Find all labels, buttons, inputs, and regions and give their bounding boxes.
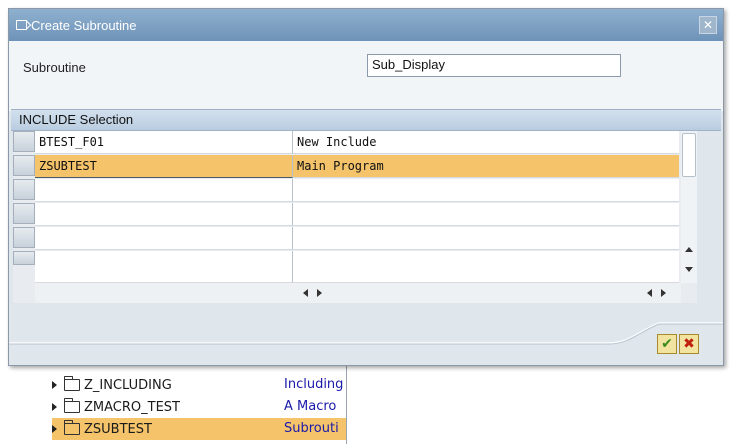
row-selector[interactable] xyxy=(13,203,35,224)
horizontal-scrollbar-col2[interactable] xyxy=(293,283,681,303)
include-table: BTEST_F01 New Include ZSUBTEST Main Prog… xyxy=(13,131,697,303)
row-selector[interactable] xyxy=(13,131,35,152)
scroll-left-icon[interactable] xyxy=(303,289,308,297)
row-selector[interactable] xyxy=(13,251,35,265)
empty-cell[interactable] xyxy=(35,203,293,226)
scroll-right-icon[interactable] xyxy=(317,289,322,297)
empty-cell[interactable] xyxy=(293,203,679,226)
expand-arrow-icon[interactable] xyxy=(52,425,57,433)
tree-item-description: A Macro xyxy=(284,399,337,414)
vertical-scrollbar[interactable] xyxy=(681,131,697,283)
empty-cell[interactable] xyxy=(293,227,679,250)
row-selector[interactable] xyxy=(13,227,35,248)
tree-item-zmacro-test[interactable]: ZMACRO_TEST xyxy=(52,396,180,418)
empty-cell[interactable] xyxy=(293,179,679,202)
create-icon xyxy=(16,20,27,30)
empty-cell[interactable] xyxy=(35,227,293,250)
folder-icon xyxy=(63,420,80,435)
include-description-cell[interactable]: New Include xyxy=(293,131,679,154)
tree-item-description: Including xyxy=(284,377,344,392)
empty-cell[interactable] xyxy=(293,251,679,283)
dialog-title-bar[interactable]: Create Subroutine ✕ xyxy=(9,9,723,41)
row-selector[interactable] xyxy=(13,155,35,176)
expand-arrow-icon[interactable] xyxy=(52,403,57,411)
table-row[interactable] xyxy=(13,251,697,283)
confirm-button[interactable]: ✔ xyxy=(657,334,677,354)
cancel-button[interactable]: ✖ xyxy=(679,334,699,354)
tree-item-zsubtest[interactable]: ZSUBTEST xyxy=(52,418,284,440)
tree-item-label: ZSUBTEST xyxy=(84,421,152,437)
table-row[interactable]: BTEST_F01 New Include xyxy=(13,131,697,155)
include-name-cell[interactable]: ZSUBTEST xyxy=(35,155,293,178)
close-button[interactable]: ✕ xyxy=(699,16,717,34)
scroll-left-icon[interactable] xyxy=(647,289,652,297)
dialog-title: Create Subroutine xyxy=(31,17,137,33)
create-subroutine-dialog: Create Subroutine ✕ Subroutine Sub_Displ… xyxy=(8,8,724,366)
scroll-up-icon[interactable] xyxy=(685,247,693,252)
horizontal-scrollbar-col1[interactable] xyxy=(35,283,293,303)
include-description-cell[interactable]: Main Program xyxy=(293,155,679,178)
folder-icon xyxy=(63,376,80,391)
expand-arrow-icon[interactable] xyxy=(52,381,57,389)
tree-item-z-including[interactable]: Z_INCLUDING xyxy=(52,374,172,396)
table-row[interactable]: ZSUBTEST Main Program xyxy=(13,155,697,179)
row-selector[interactable] xyxy=(13,179,35,200)
tree-column-divider xyxy=(346,354,347,444)
subroutine-label: Subroutine xyxy=(23,60,86,75)
tree-item-description: Subrouti xyxy=(284,418,346,440)
empty-cell[interactable] xyxy=(35,179,293,202)
include-name-cell[interactable]: BTEST_F01 xyxy=(35,131,293,154)
table-row[interactable] xyxy=(13,179,697,203)
subroutine-field-area: Subroutine Sub_Display xyxy=(9,41,723,111)
tree-item-label: ZMACRO_TEST xyxy=(84,399,180,415)
footer-separator xyxy=(9,322,723,345)
scroll-thumb[interactable] xyxy=(682,133,696,177)
scroll-right-icon[interactable] xyxy=(661,289,666,297)
empty-cell[interactable] xyxy=(35,251,293,283)
scroll-down-icon[interactable] xyxy=(685,267,693,272)
include-selection-panel: INCLUDE Selection BTEST_F01 New Include … xyxy=(11,109,721,305)
table-row[interactable] xyxy=(13,203,697,227)
subroutine-input[interactable]: Sub_Display xyxy=(367,54,621,77)
folder-icon xyxy=(63,398,80,413)
table-row[interactable] xyxy=(13,227,697,251)
tree-item-label: Z_INCLUDING xyxy=(84,377,172,393)
include-selection-title: INCLUDE Selection xyxy=(11,109,721,131)
